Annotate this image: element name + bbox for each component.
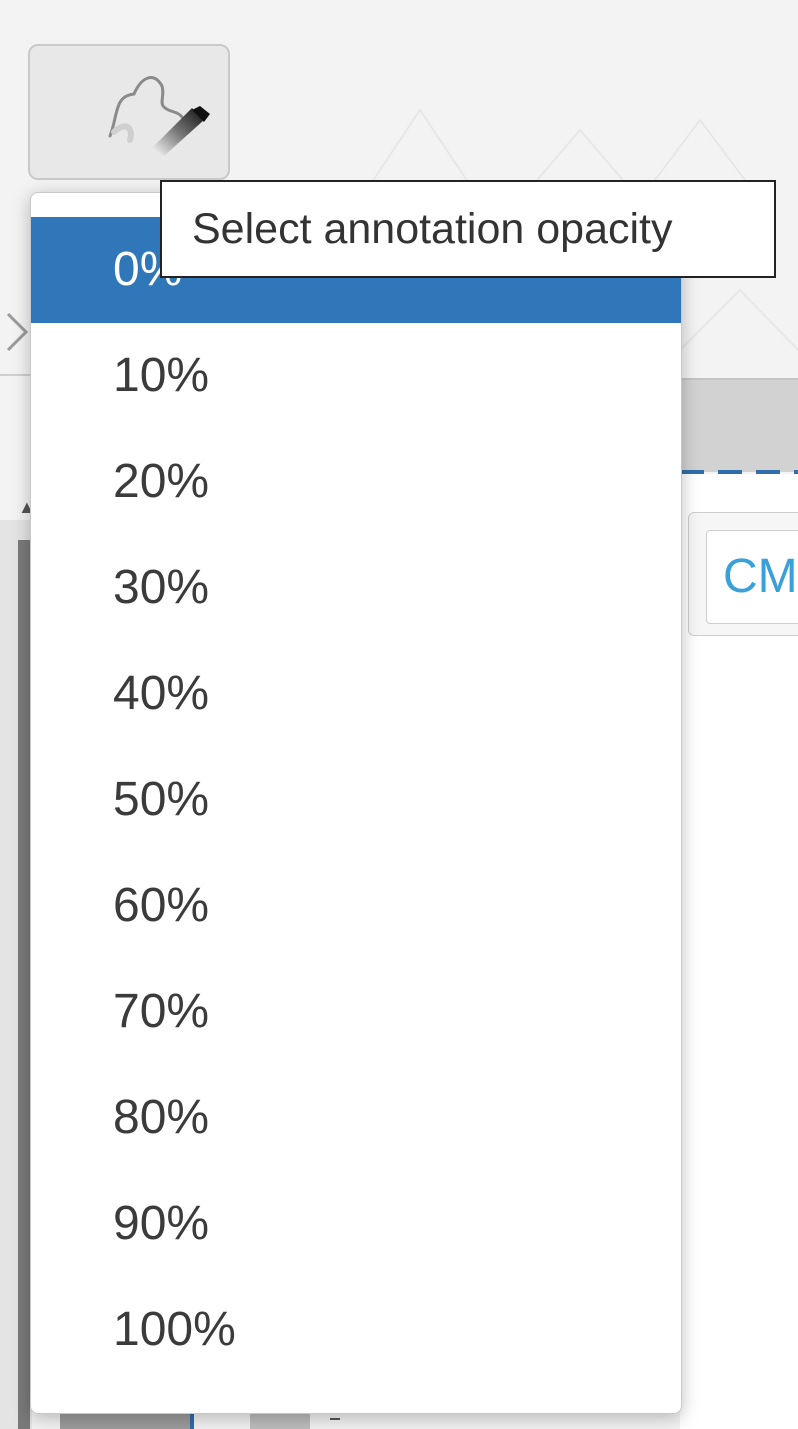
tooltip: Select annotation opacity xyxy=(160,180,776,278)
underlying-controls xyxy=(60,1412,340,1429)
collapse-chevron-icon[interactable] xyxy=(4,310,30,354)
opacity-dropdown: 0% 10% 20% 30% 40% 50% 60% 70% 80% 90% 1… xyxy=(30,192,682,1414)
divider xyxy=(0,374,34,376)
opacity-option-80[interactable]: 80% xyxy=(31,1065,681,1171)
opacity-option-60[interactable]: 60% xyxy=(31,853,681,959)
cm-button[interactable]: CM xyxy=(706,530,798,624)
header-band xyxy=(680,378,798,472)
opacity-option-100[interactable]: 100% xyxy=(31,1277,681,1383)
opacity-option-70[interactable]: 70% xyxy=(31,959,681,1065)
annotation-opacity-button[interactable] xyxy=(28,44,230,180)
opacity-option-90[interactable]: 90% xyxy=(31,1171,681,1277)
opacity-option-50[interactable]: 50% xyxy=(31,747,681,853)
opacity-option-30[interactable]: 30% xyxy=(31,535,681,641)
pen-brush-icon xyxy=(108,76,210,156)
viewer-screen: ▲ CM 0% 10% 20% 30% 40% 50% 60% 70% 80% … xyxy=(0,0,798,1429)
left-scrollbar[interactable] xyxy=(18,540,30,1429)
opacity-option-20[interactable]: 20% xyxy=(31,429,681,535)
opacity-option-40[interactable]: 40% xyxy=(31,641,681,747)
cm-label: CM xyxy=(723,550,798,603)
opacity-option-10[interactable]: 10% xyxy=(31,323,681,429)
